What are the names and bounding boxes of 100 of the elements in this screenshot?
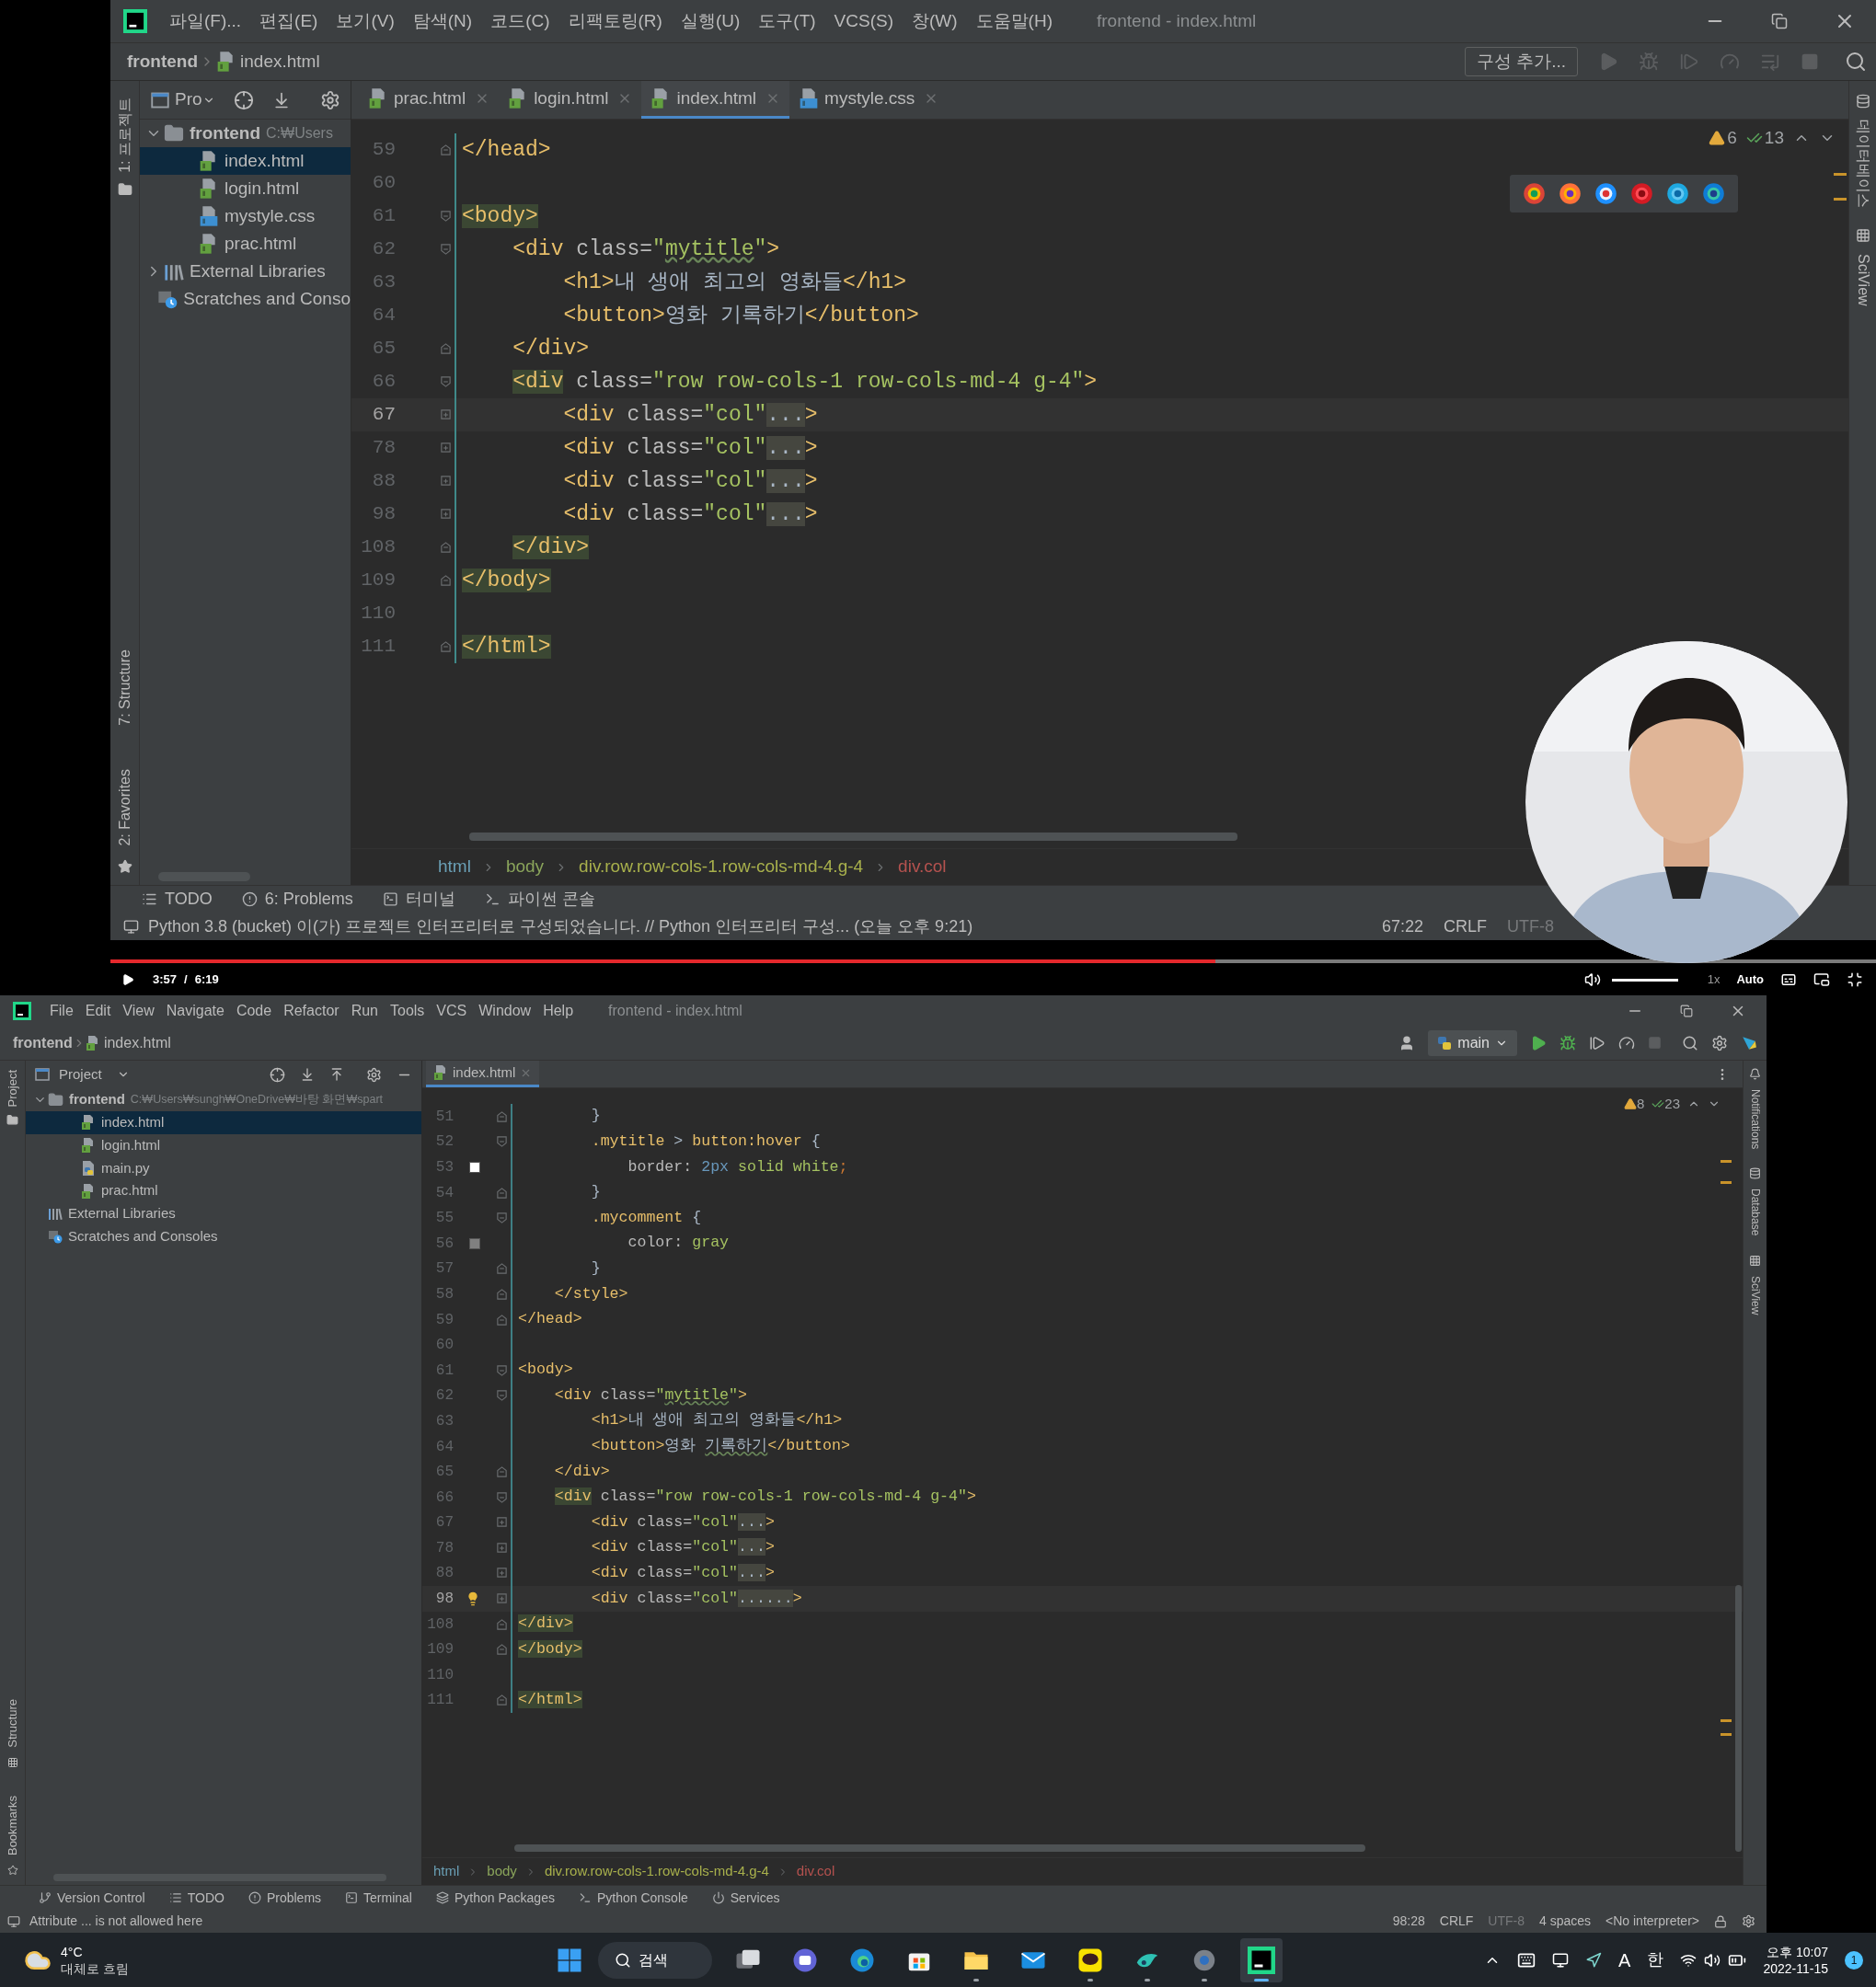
menu-item[interactable]: Refactor: [283, 999, 340, 1022]
menu-item[interactable]: 탐색(N): [412, 7, 473, 35]
fold-icon[interactable]: [495, 1490, 508, 1504]
tree-item[interactable]: External Libraries: [140, 258, 351, 285]
tool-window-tab[interactable]: TODO: [187, 1888, 224, 1908]
status-item[interactable]: CRLF: [1439, 1912, 1474, 1931]
database-icon[interactable]: [1855, 94, 1870, 109]
fold-icon[interactable]: [495, 1313, 508, 1327]
fold-icon[interactable]: [495, 1262, 508, 1276]
warning-count[interactable]: 8: [1636, 1094, 1645, 1115]
browser-icon[interactable]: [1702, 182, 1725, 205]
browser-icon[interactable]: [1523, 182, 1546, 205]
breadcrumb-item[interactable]: body: [487, 1861, 517, 1882]
database-icon[interactable]: [1749, 1167, 1761, 1180]
tree-item[interactable]: frontend C:₩Users₩sungh₩OneDrive₩바탕 화면₩spart: [26, 1088, 421, 1111]
fold-icon[interactable]: [439, 574, 452, 587]
fold-icon[interactable]: [439, 210, 452, 223]
fold-icon[interactable]: [495, 1186, 508, 1200]
breadcrumb-item[interactable]: div.col: [898, 854, 947, 880]
lock-icon[interactable]: [1714, 1914, 1727, 1928]
play-icon[interactable]: [121, 973, 134, 986]
tree-item[interactable]: mystyle.css: [140, 202, 351, 230]
tree-item[interactable]: login.html: [140, 175, 351, 202]
menu-item[interactable]: VCS(S): [834, 7, 893, 35]
horizontal-scrollbar[interactable]: [469, 833, 1237, 841]
side-tool-tab[interactable]: SciView: [1743, 1271, 1767, 1319]
tool-window-tab[interactable]: 6: Problems: [264, 887, 353, 912]
bell-icon[interactable]: [1749, 1068, 1761, 1080]
expand-icon[interactable]: [300, 1067, 315, 1082]
menu-item[interactable]: 도구(T): [758, 7, 816, 35]
side-tool-tab[interactable]: Project: [0, 1066, 26, 1111]
tree-item[interactable]: index.html: [140, 147, 351, 175]
menu-item[interactable]: Window: [478, 999, 532, 1022]
warning-stripe-mark[interactable]: [1721, 1719, 1732, 1736]
locate-icon[interactable]: [233, 89, 254, 110]
menu-item[interactable]: File: [50, 999, 74, 1022]
tree-item[interactable]: index.html: [26, 1110, 421, 1134]
status-item[interactable]: CRLF: [1444, 913, 1487, 939]
grid-icon[interactable]: [1749, 1254, 1761, 1267]
color-swatch[interactable]: [469, 1237, 480, 1249]
menu-item[interactable]: Run: [351, 999, 378, 1022]
file-crumb[interactable]: index.html: [103, 1031, 171, 1054]
input-mode-indicator[interactable]: A: [1618, 1946, 1631, 1974]
collapse-icon[interactable]: [329, 1067, 344, 1082]
settings-icon[interactable]: [1742, 1914, 1755, 1928]
side-tool-tab[interactable]: 2: Favorites: [109, 765, 140, 850]
restore-icon[interactable]: [1771, 13, 1788, 29]
editor-tab[interactable]: mystyle.css: [789, 81, 949, 119]
menu-item[interactable]: View: [122, 999, 155, 1022]
locate-icon[interactable]: [270, 1066, 285, 1083]
fold-icon[interactable]: [439, 375, 452, 388]
fold-icon[interactable]: [495, 1617, 508, 1631]
run-configuration-dropdown[interactable]: main: [1428, 1029, 1517, 1056]
tree-item[interactable]: Scratches and Consoles: [26, 1224, 421, 1248]
tool-window-tab[interactable]: Problems: [266, 1888, 322, 1908]
tool-window-tab[interactable]: Terminal: [363, 1888, 412, 1908]
tree-item[interactable]: External Libraries: [26, 1202, 421, 1225]
lightbulb-icon[interactable]: [466, 1591, 480, 1607]
fold-icon[interactable]: [495, 1465, 508, 1479]
breadcrumb-item[interactable]: div.col: [796, 1861, 835, 1882]
warning-count[interactable]: 6: [1727, 125, 1737, 152]
side-tool-tab[interactable]: Database: [1743, 1185, 1767, 1240]
restore-icon[interactable]: [1680, 1004, 1693, 1017]
fold-icon[interactable]: [495, 1212, 508, 1225]
warning-icon[interactable]: [1709, 130, 1726, 147]
status-item[interactable]: 4 spaces: [1539, 1912, 1592, 1931]
menu-item[interactable]: Help: [543, 999, 574, 1022]
fold-icon[interactable]: [495, 1389, 508, 1403]
search-icon[interactable]: [1845, 51, 1867, 73]
fold-icon[interactable]: [439, 342, 452, 355]
browser-icon[interactable]: [1594, 182, 1617, 205]
quality-button[interactable]: Auto: [1736, 971, 1764, 989]
menu-item[interactable]: Tools: [390, 999, 425, 1022]
side-tool-tab[interactable]: Structure: [0, 1695, 26, 1752]
run-icon[interactable]: [1530, 1034, 1547, 1051]
volume-icon[interactable]: [1583, 971, 1601, 988]
menu-item[interactable]: 편집(E): [259, 7, 318, 35]
menu-item[interactable]: 보기(V): [336, 7, 395, 35]
tool-window-tab[interactable]: Python Packages: [454, 1888, 555, 1908]
side-tool-tab[interactable]: Notifications: [1743, 1085, 1767, 1154]
menu-item[interactable]: 코드(C): [490, 7, 550, 35]
location-icon[interactable]: [1585, 1951, 1603, 1969]
tree-item[interactable]: prac.html: [26, 1179, 421, 1202]
fold-icon[interactable]: [439, 541, 452, 554]
speed-button[interactable]: 1x: [1707, 971, 1721, 989]
menu-item[interactable]: Code: [236, 999, 272, 1022]
settings-icon[interactable]: [1711, 1034, 1728, 1051]
volume-slider[interactable]: [1611, 978, 1678, 982]
notification-badge[interactable]: 1: [1845, 1950, 1863, 1970]
fold-icon[interactable]: [439, 640, 452, 653]
editor-tab[interactable]: index.html: [426, 1061, 540, 1087]
menu-item[interactable]: 리팩토링(R): [568, 7, 662, 35]
tree-item[interactable]: Scratches and Conso: [140, 285, 351, 313]
panel-title[interactable]: Pro: [175, 86, 202, 113]
ok-count[interactable]: 23: [1664, 1094, 1680, 1115]
side-tool-tab[interactable]: 7: Structure: [109, 645, 140, 729]
fold-icon[interactable]: [495, 1135, 508, 1149]
status-item[interactable]: 67:22: [1381, 913, 1423, 939]
warning-stripe-mark[interactable]: [1721, 1160, 1732, 1184]
tool-window-tab[interactable]: Python Console: [596, 1888, 688, 1908]
